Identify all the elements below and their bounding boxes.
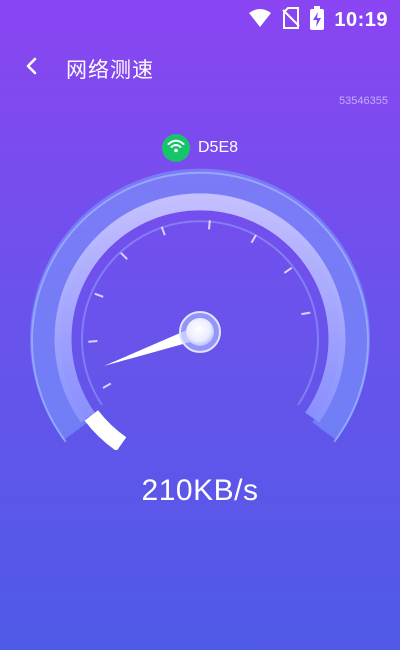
- gauge-tick: [102, 382, 112, 389]
- gauge-tick: [94, 292, 104, 298]
- speed-value: 210KB/s: [141, 474, 259, 507]
- status-time: 10:19: [334, 8, 388, 31]
- gauge-tick: [120, 252, 128, 260]
- gauge-tick: [88, 340, 98, 343]
- back-button[interactable]: [16, 52, 48, 84]
- wifi-icon: [248, 8, 272, 32]
- app-bar: 网络测速: [0, 48, 400, 88]
- gauge-tick: [208, 220, 211, 230]
- gauge-ticks: [88, 220, 311, 389]
- gauge-progress: [84, 410, 127, 450]
- device-id: 53546355: [339, 95, 388, 107]
- page-title: 网络测速: [66, 58, 154, 82]
- status-icons: 10:19: [248, 6, 388, 34]
- speed-test-screen: 10:19 网络测速 53546355 D5E8 210KB/s: [0, 0, 400, 650]
- status-bar: 10:19: [0, 0, 400, 36]
- chevron-left-icon: [25, 56, 39, 80]
- speed-gauge: [30, 168, 370, 450]
- gauge-knob: [186, 318, 214, 346]
- battery-charging-icon: [310, 6, 325, 34]
- gauge-tick: [283, 266, 293, 274]
- gauge-track: [54, 193, 346, 423]
- gauge-tick: [250, 234, 257, 244]
- no-sim-icon: [282, 7, 301, 33]
- gauge-tick: [301, 311, 311, 316]
